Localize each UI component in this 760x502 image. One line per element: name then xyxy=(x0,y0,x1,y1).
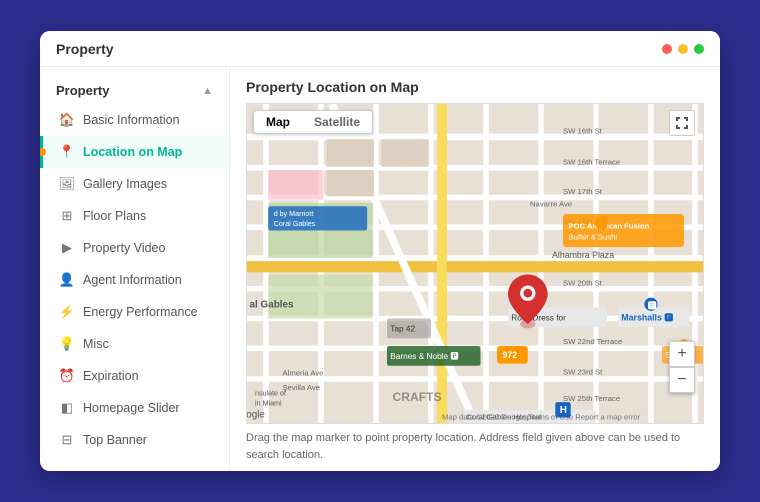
sidebar-label-energy: Energy Performance xyxy=(83,305,198,319)
map-tabs: Map Satellite xyxy=(253,110,373,134)
content-area: Property ▲ 🏠 Basic Information 📍 Locatio… xyxy=(40,67,720,471)
map-svg: SW 16th St SW 16th Terrace SW 17th St SW… xyxy=(247,104,703,423)
expiration-icon: ⏰ xyxy=(59,368,75,384)
map-container[interactable]: Map Satellite xyxy=(246,103,704,424)
sidebar-label-basic-info: Basic Information xyxy=(83,113,180,127)
svg-text:SW 16th Terrace: SW 16th Terrace xyxy=(563,158,620,167)
sidebar-label-misc: Misc xyxy=(83,337,109,351)
agent-icon: 👤 xyxy=(59,272,75,288)
window-controls xyxy=(662,44,704,54)
energy-icon: ⚡ xyxy=(59,304,75,320)
max-control[interactable] xyxy=(694,44,704,54)
sidebar-item-basic-information[interactable]: 🏠 Basic Information xyxy=(40,104,229,136)
sidebar-label-location: Location on Map xyxy=(83,145,182,159)
svg-text:in Miami: in Miami xyxy=(255,399,282,407)
tab-map[interactable]: Map xyxy=(254,111,302,133)
svg-text:SW 16th St: SW 16th St xyxy=(563,127,603,136)
svg-text:CRAFTS: CRAFTS xyxy=(393,390,442,404)
sidebar-arrow-icon: ▲ xyxy=(202,85,213,97)
sidebar-item-expiration[interactable]: ⏰ Expiration xyxy=(40,360,229,392)
home-icon: 🏠 xyxy=(59,112,75,128)
svg-text:SW 22nd Terrace: SW 22nd Terrace xyxy=(563,337,622,346)
gallery-icon: 🖼 xyxy=(59,176,75,192)
svg-text:Marshalls 🅿: Marshalls 🅿 xyxy=(621,312,673,323)
misc-icon: 💡 xyxy=(59,336,75,352)
svg-text:d by Marriott: d by Marriott xyxy=(274,210,314,218)
tab-satellite[interactable]: Satellite xyxy=(302,111,372,133)
sidebar-label-floor-plans: Floor Plans xyxy=(83,209,146,223)
svg-text:Buffet & Sushi: Buffet & Sushi xyxy=(569,232,618,241)
sidebar-item-gallery-images[interactable]: 🖼 Gallery Images xyxy=(40,168,229,200)
sidebar-item-agent-information[interactable]: 👤 Agent Information xyxy=(40,264,229,296)
sidebar-label-gallery: Gallery Images xyxy=(83,177,167,191)
sidebar-item-floor-plans[interactable]: ⊞ Floor Plans xyxy=(40,200,229,232)
sidebar-item-energy-performance[interactable]: ⚡ Energy Performance xyxy=(40,296,229,328)
sidebar: Property ▲ 🏠 Basic Information 📍 Locatio… xyxy=(40,67,230,471)
titlebar: Property xyxy=(40,31,720,67)
svg-text:Coral Gables: Coral Gables xyxy=(274,220,316,228)
min-control[interactable] xyxy=(678,44,688,54)
sidebar-item-misc[interactable]: 💡 Misc xyxy=(40,328,229,360)
svg-text:SW 23rd St: SW 23rd St xyxy=(563,368,603,377)
svg-text:POC American Fusion: POC American Fusion xyxy=(569,221,650,230)
map-fullscreen-button[interactable] xyxy=(669,110,695,136)
sidebar-item-top-banner[interactable]: ⊟ Top Banner xyxy=(40,424,229,456)
svg-text:nsulate of: nsulate of xyxy=(255,390,286,398)
sidebar-label-property-video: Property Video xyxy=(83,241,165,255)
map-footer-text: Drag the map marker to point property lo… xyxy=(230,424,720,471)
active-indicator xyxy=(40,148,46,156)
svg-text:Map data ©2020 Google Terms: Map data ©2020 Google Terms of Use Repor… xyxy=(442,413,641,422)
svg-text:972: 972 xyxy=(503,350,518,360)
sidebar-label-banner: Top Banner xyxy=(83,433,147,447)
svg-text:SW 20th St: SW 20th St xyxy=(563,279,603,288)
close-control[interactable] xyxy=(662,44,672,54)
svg-text:Almeria Ave: Almeria Ave xyxy=(283,369,324,378)
slider-icon: ◧ xyxy=(59,400,75,416)
zoom-in-button[interactable]: + xyxy=(669,341,695,367)
sidebar-item-location-on-map[interactable]: 📍 Location on Map xyxy=(40,136,229,168)
svg-text:Alhambra Plaza: Alhambra Plaza xyxy=(552,250,614,260)
main-window: Property Property ▲ 🏠 Basic Information … xyxy=(40,31,720,471)
fullscreen-icon xyxy=(675,116,689,130)
svg-text:Sevilla Ave: Sevilla Ave xyxy=(283,383,320,392)
svg-text:🅿: 🅿 xyxy=(648,300,657,311)
map-zoom-controls: + − xyxy=(669,341,695,393)
sidebar-label-agent: Agent Information xyxy=(83,273,182,287)
zoom-out-button[interactable]: − xyxy=(669,367,695,393)
window-title: Property xyxy=(56,41,114,57)
sidebar-header: Property ▲ xyxy=(40,75,229,104)
sidebar-label-slider: Homepage Slider xyxy=(83,401,180,415)
svg-text:SW 25th Terrace: SW 25th Terrace xyxy=(563,394,620,403)
svg-text:Tap 42: Tap 42 xyxy=(390,325,415,334)
location-icon: 📍 xyxy=(59,144,75,160)
main-content: Property Location on Map Map Satellite xyxy=(230,67,720,471)
sidebar-item-homepage-slider[interactable]: ◧ Homepage Slider xyxy=(40,392,229,424)
floor-plans-icon: ⊞ xyxy=(59,208,75,224)
video-icon: ▶ xyxy=(59,240,75,256)
svg-text:SW 17th St: SW 17th St xyxy=(563,187,603,196)
svg-text:H: H xyxy=(560,405,567,416)
svg-text:al Gables: al Gables xyxy=(250,300,294,311)
main-title: Property Location on Map xyxy=(230,67,720,103)
banner-icon: ⊟ xyxy=(59,432,75,448)
sidebar-item-property-video[interactable]: ▶ Property Video xyxy=(40,232,229,264)
svg-text:Navarre Ave: Navarre Ave xyxy=(530,199,572,208)
sidebar-label-expiration: Expiration xyxy=(83,369,139,383)
svg-text:Barnes & Noble 🅿: Barnes & Noble 🅿 xyxy=(390,352,458,361)
svg-text:Google: Google xyxy=(247,410,265,421)
sidebar-title: Property xyxy=(56,83,109,98)
